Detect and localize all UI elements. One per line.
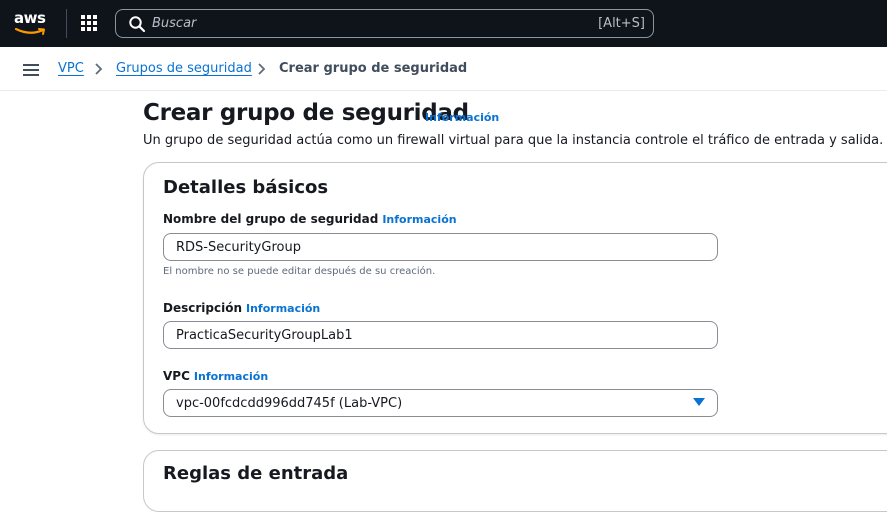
aws-logo-text: aws xyxy=(14,9,46,27)
services-grid-icon[interactable] xyxy=(81,15,98,32)
page-description: Un grupo de seguridad actúa como un fire… xyxy=(143,133,887,148)
search-icon xyxy=(129,16,146,33)
chevron-right-icon xyxy=(95,63,103,75)
description-label-text: Descripción xyxy=(163,301,242,315)
security-group-name-value: RDS-SecurityGroup xyxy=(176,240,301,255)
security-group-name-field[interactable]: RDS-SecurityGroup xyxy=(163,233,718,261)
description-info-link[interactable]: Información xyxy=(246,302,320,315)
breadcrumb-bar: VPC Grupos de seguridad Crear grupo de s… xyxy=(0,47,887,91)
vpc-label-text: VPC xyxy=(163,369,190,383)
search-shortcut: [Alt+S] xyxy=(598,16,645,31)
page-info-link[interactable]: Información xyxy=(425,111,499,124)
aws-logo[interactable]: aws xyxy=(14,9,50,37)
security-group-name-info-link[interactable]: Información xyxy=(382,213,456,226)
aws-smile-icon xyxy=(15,27,45,35)
menu-icon[interactable] xyxy=(23,64,39,76)
breadcrumb-current: Crear grupo de seguridad xyxy=(279,61,468,76)
page-title: Crear grupo de seguridad xyxy=(143,100,469,126)
topbar-divider xyxy=(66,9,67,38)
search-input[interactable]: Buscar [Alt+S] xyxy=(115,9,654,38)
description-field[interactable]: PracticaSecurityGroupLab1 xyxy=(163,321,718,349)
caret-down-icon xyxy=(693,398,705,406)
description-value: PracticaSecurityGroupLab1 xyxy=(176,328,353,343)
vpc-selected-value: vpc-00fcdcdd996dd745f (Lab-VPC) xyxy=(176,396,403,411)
basic-details-title: Detalles básicos xyxy=(163,177,329,198)
vpc-label: VPC Información xyxy=(163,369,268,383)
security-group-name-hint: El nombre no se puede editar después de … xyxy=(163,266,436,277)
vpc-info-link[interactable]: Información xyxy=(194,370,268,383)
description-label: Descripción Información xyxy=(163,301,320,315)
top-navigation-bar: aws Buscar [Alt+S] xyxy=(0,0,887,47)
vpc-select[interactable]: vpc-00fcdcdd996dd745f (Lab-VPC) xyxy=(163,389,718,417)
security-group-name-label-text: Nombre del grupo de seguridad xyxy=(163,212,379,226)
search-placeholder: Buscar xyxy=(152,16,197,31)
security-group-name-label: Nombre del grupo de seguridad Información xyxy=(163,212,457,226)
inbound-rules-title: Reglas de entrada xyxy=(163,463,349,484)
breadcrumb-vpc-link[interactable]: VPC xyxy=(58,61,84,76)
breadcrumb-security-groups-link[interactable]: Grupos de seguridad xyxy=(116,61,252,76)
chevron-right-icon xyxy=(258,63,266,75)
